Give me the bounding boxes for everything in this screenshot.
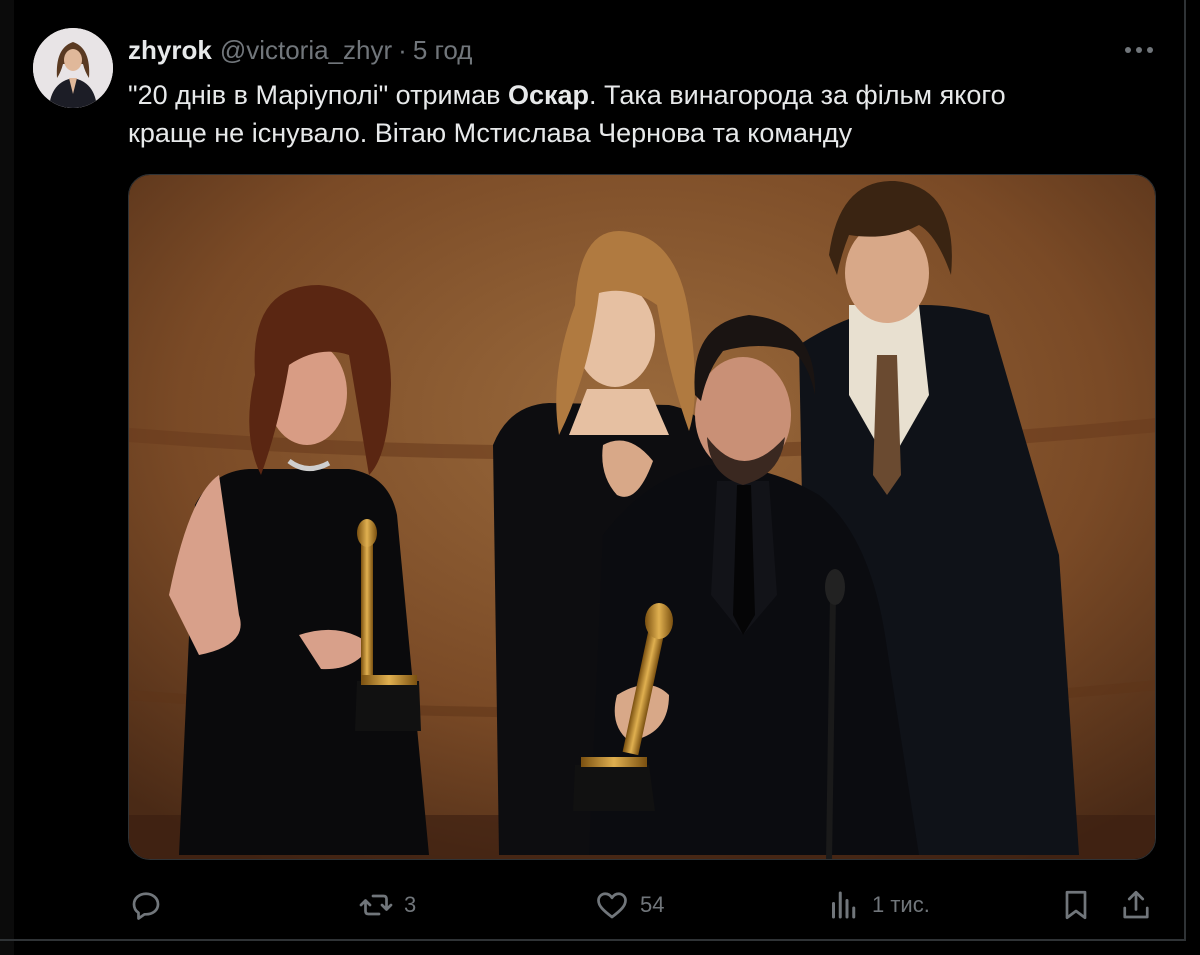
bookmark-button[interactable] <box>1058 880 1094 930</box>
retweet-icon <box>358 887 394 923</box>
timestamp[interactable]: 5 год <box>413 35 473 66</box>
more-icon[interactable] <box>1121 36 1157 64</box>
separator-dot: · <box>398 34 407 65</box>
heart-icon <box>594 887 630 923</box>
views-count: 1 тис. <box>872 892 930 917</box>
tweet-header: zhyrok @victoria_zhyr · 5 год <box>128 32 472 68</box>
user-handle[interactable]: @victoria_zhyr <box>220 35 392 66</box>
retweet-button[interactable]: 3 <box>358 880 416 930</box>
tweet-text-line-1: "20 днів в Маріуполі" отримав Оскар. Так… <box>128 76 1128 114</box>
retweet-count: 3 <box>404 892 417 917</box>
like-count: 54 <box>640 892 665 917</box>
reply-icon <box>128 887 164 923</box>
avatar-portrait <box>33 28 113 108</box>
tweet-text-line-2: краще не існувало. Вітаю Мстислава Черно… <box>128 118 853 148</box>
avatar[interactable] <box>33 28 113 108</box>
tweet-text-part: . Така винагорода за фільм якого <box>589 80 1006 110</box>
views-icon <box>826 887 862 923</box>
like-button[interactable]: 54 <box>594 880 664 930</box>
bookmark-icon <box>1058 887 1094 923</box>
share-button[interactable] <box>1118 880 1154 930</box>
oscar-stage-photo <box>129 175 1155 859</box>
tweet-text-part: "20 днів в Маріуполі" отримав <box>128 80 508 110</box>
action-bar: 3 54 1 тис. <box>128 880 1158 930</box>
tweet-text-bold: Оскар <box>508 80 590 110</box>
share-icon <box>1118 887 1154 923</box>
reply-button[interactable] <box>128 880 174 930</box>
display-name[interactable]: zhyrok <box>128 35 212 66</box>
tweet-photo[interactable] <box>128 174 1156 860</box>
views-button[interactable]: 1 тис. <box>826 880 930 930</box>
tweet-text: "20 днів в Маріуполі" отримав Оскар. Так… <box>128 76 1128 152</box>
